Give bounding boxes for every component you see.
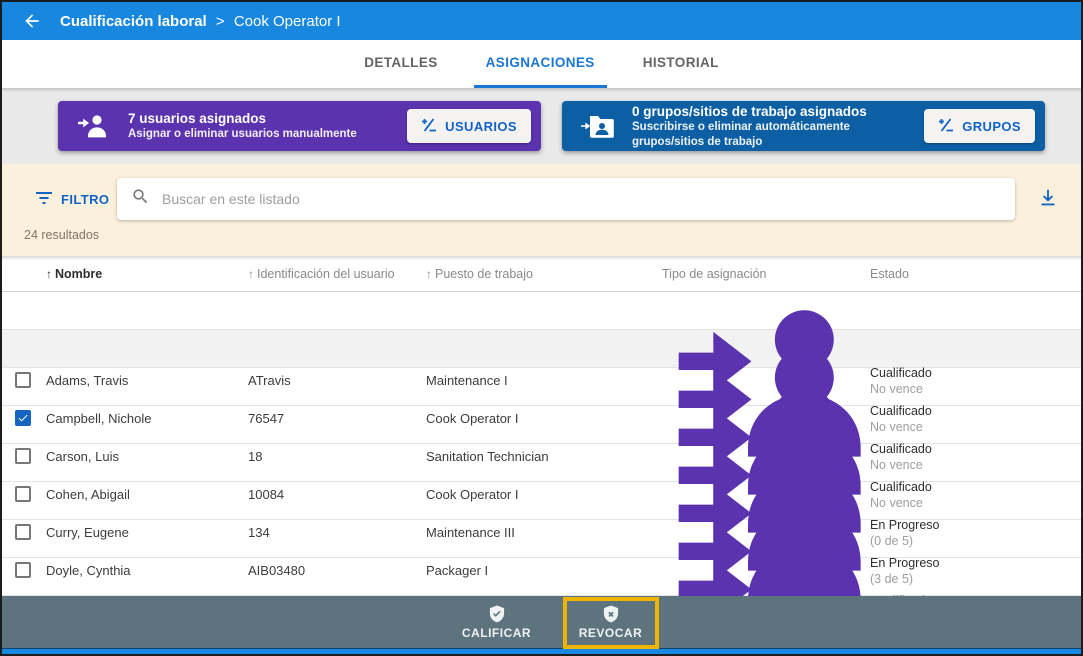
plus-minus-icon bbox=[421, 118, 437, 135]
filter-button[interactable]: FILTRO bbox=[35, 191, 117, 208]
usuarios-button-label: USUARIOS bbox=[445, 119, 517, 134]
grupos-button[interactable]: GRUPOS bbox=[924, 109, 1035, 143]
assigned-users-title: 7 usuarios asignados bbox=[128, 110, 407, 127]
filter-section: FILTRO 24 resultados bbox=[2, 164, 1081, 256]
cell-status: Cualificado No vence bbox=[870, 440, 1081, 473]
shield-x-icon bbox=[601, 604, 621, 624]
page-title: Cualificación laboral > Cook Operator I bbox=[60, 13, 341, 30]
cell-job: Cook Operator I bbox=[426, 411, 662, 426]
search-box bbox=[117, 178, 1015, 220]
breadcrumb-parent: Cualificación laboral bbox=[60, 13, 207, 30]
cell-status: En Progreso (0 de 5) bbox=[870, 516, 1081, 549]
usuarios-button[interactable]: USUARIOS bbox=[407, 109, 531, 143]
tab-historial[interactable]: HISTORIAL bbox=[631, 40, 731, 88]
grupos-button-label: GRUPOS bbox=[962, 119, 1021, 134]
revocar-label: REVOCAR bbox=[579, 626, 643, 640]
cell-status: En Progreso (3 de 5) bbox=[870, 554, 1081, 587]
column-header-nombre[interactable]: ↑ Nombre bbox=[46, 267, 248, 281]
tab-bar: DETALLES ASIGNACIONES HISTORIAL bbox=[2, 40, 1081, 88]
cell-status: Cualificado No vence bbox=[870, 402, 1081, 435]
back-arrow-icon[interactable] bbox=[18, 7, 46, 35]
column-header-identificacion[interactable]: ↑ Identificación del usuario bbox=[248, 267, 426, 281]
shield-check-icon bbox=[487, 604, 507, 624]
row-checkbox-checked[interactable] bbox=[15, 410, 31, 426]
table-header: ↑ Nombre ↑ Identificación del usuario ↑ … bbox=[2, 256, 1081, 292]
cell-job: Maintenance III bbox=[426, 525, 662, 540]
table-row-selected[interactable]: Campbell, Nichole 76547 Cook Operator I … bbox=[2, 330, 1081, 368]
assigned-users-subtitle: Asignar o eliminar usuarios manualmente bbox=[128, 127, 407, 142]
results-count: 24 resultados bbox=[24, 228, 99, 242]
sort-asc-icon: ↑ bbox=[248, 267, 254, 281]
cell-job: Cook Operator I bbox=[426, 487, 662, 502]
filter-icon bbox=[35, 191, 53, 208]
bottom-accent-strip bbox=[2, 648, 1081, 654]
summary-banners: 7 usuarios asignados Asignar o eliminar … bbox=[2, 88, 1081, 164]
cell-status: Cualificado No vence bbox=[870, 364, 1081, 397]
filter-button-label: FILTRO bbox=[61, 192, 109, 207]
cell-job: Packager I bbox=[426, 563, 662, 578]
group-folder-add-icon bbox=[580, 112, 614, 140]
table-body: Adams, Travis ATravis Maintenance I Cual… bbox=[2, 292, 1081, 596]
calificar-button[interactable]: CALIFICAR bbox=[455, 604, 539, 640]
cell-job: Sanitation Technician bbox=[426, 449, 662, 464]
cell-user-id: 10084 bbox=[248, 487, 426, 502]
plus-minus-icon bbox=[938, 118, 954, 135]
person-add-icon bbox=[76, 112, 110, 140]
cell-job: Maintenance I bbox=[426, 373, 662, 388]
row-checkbox[interactable] bbox=[15, 448, 31, 464]
column-header-puesto[interactable]: ↑ Puesto de trabajo bbox=[426, 267, 662, 281]
cell-name: Campbell, Nichole bbox=[46, 411, 248, 426]
breadcrumb-separator: > bbox=[216, 13, 225, 30]
cell-user-id: 134 bbox=[248, 525, 426, 540]
app-bar: Cualificación laboral > Cook Operator I bbox=[2, 2, 1081, 40]
action-toolbar: CALIFICAR REVOCAR bbox=[2, 596, 1081, 648]
assigned-groups-text: 0 grupos/sitios de trabajo asignados Sus… bbox=[632, 103, 924, 150]
calificar-label: CALIFICAR bbox=[462, 626, 531, 640]
download-icon[interactable] bbox=[1037, 187, 1061, 211]
column-header-estado[interactable]: Estado bbox=[870, 267, 1081, 281]
cell-name: Curry, Eugene bbox=[46, 525, 248, 540]
row-checkbox[interactable] bbox=[15, 372, 31, 388]
cell-user-id: 76547 bbox=[248, 411, 426, 426]
search-input[interactable] bbox=[162, 191, 1001, 207]
cell-name: Doyle, Cynthia bbox=[46, 563, 248, 578]
assigned-users-text: 7 usuarios asignados Asignar o eliminar … bbox=[128, 110, 407, 142]
row-checkbox[interactable] bbox=[15, 486, 31, 502]
row-checkbox[interactable] bbox=[15, 562, 31, 578]
breadcrumb-current: Cook Operator I bbox=[234, 13, 341, 30]
assigned-users-card: 7 usuarios asignados Asignar o eliminar … bbox=[58, 101, 541, 151]
assigned-groups-subtitle: Suscribirse o eliminar automáticamente g… bbox=[632, 120, 924, 150]
table-row[interactable]: Adams, Travis ATravis Maintenance I Cual… bbox=[2, 292, 1081, 330]
row-checkbox[interactable] bbox=[15, 524, 31, 540]
assigned-groups-title: 0 grupos/sitios de trabajo asignados bbox=[632, 103, 924, 120]
cell-status: Cualificado No vence bbox=[870, 478, 1081, 511]
column-header-tipo[interactable]: Tipo de asignación bbox=[662, 267, 870, 281]
revocar-button[interactable]: REVOCAR bbox=[569, 604, 653, 640]
sort-asc-icon: ↑ bbox=[426, 267, 432, 281]
tab-asignaciones[interactable]: ASIGNACIONES bbox=[474, 40, 607, 88]
assigned-groups-card: 0 grupos/sitios de trabajo asignados Sus… bbox=[562, 101, 1045, 151]
tab-detalles[interactable]: DETALLES bbox=[352, 40, 449, 88]
cell-name: Cohen, Abigail bbox=[46, 487, 248, 502]
search-icon bbox=[131, 187, 150, 211]
cell-name: Adams, Travis bbox=[46, 373, 248, 388]
cell-user-id: ATravis bbox=[248, 373, 426, 388]
cell-name: Carson, Luis bbox=[46, 449, 248, 464]
sort-asc-icon: ↑ bbox=[46, 267, 52, 281]
app-window: Cualificación laboral > Cook Operator I … bbox=[0, 0, 1083, 656]
cell-user-id: 18 bbox=[248, 449, 426, 464]
cell-user-id: AIB03480 bbox=[248, 563, 426, 578]
